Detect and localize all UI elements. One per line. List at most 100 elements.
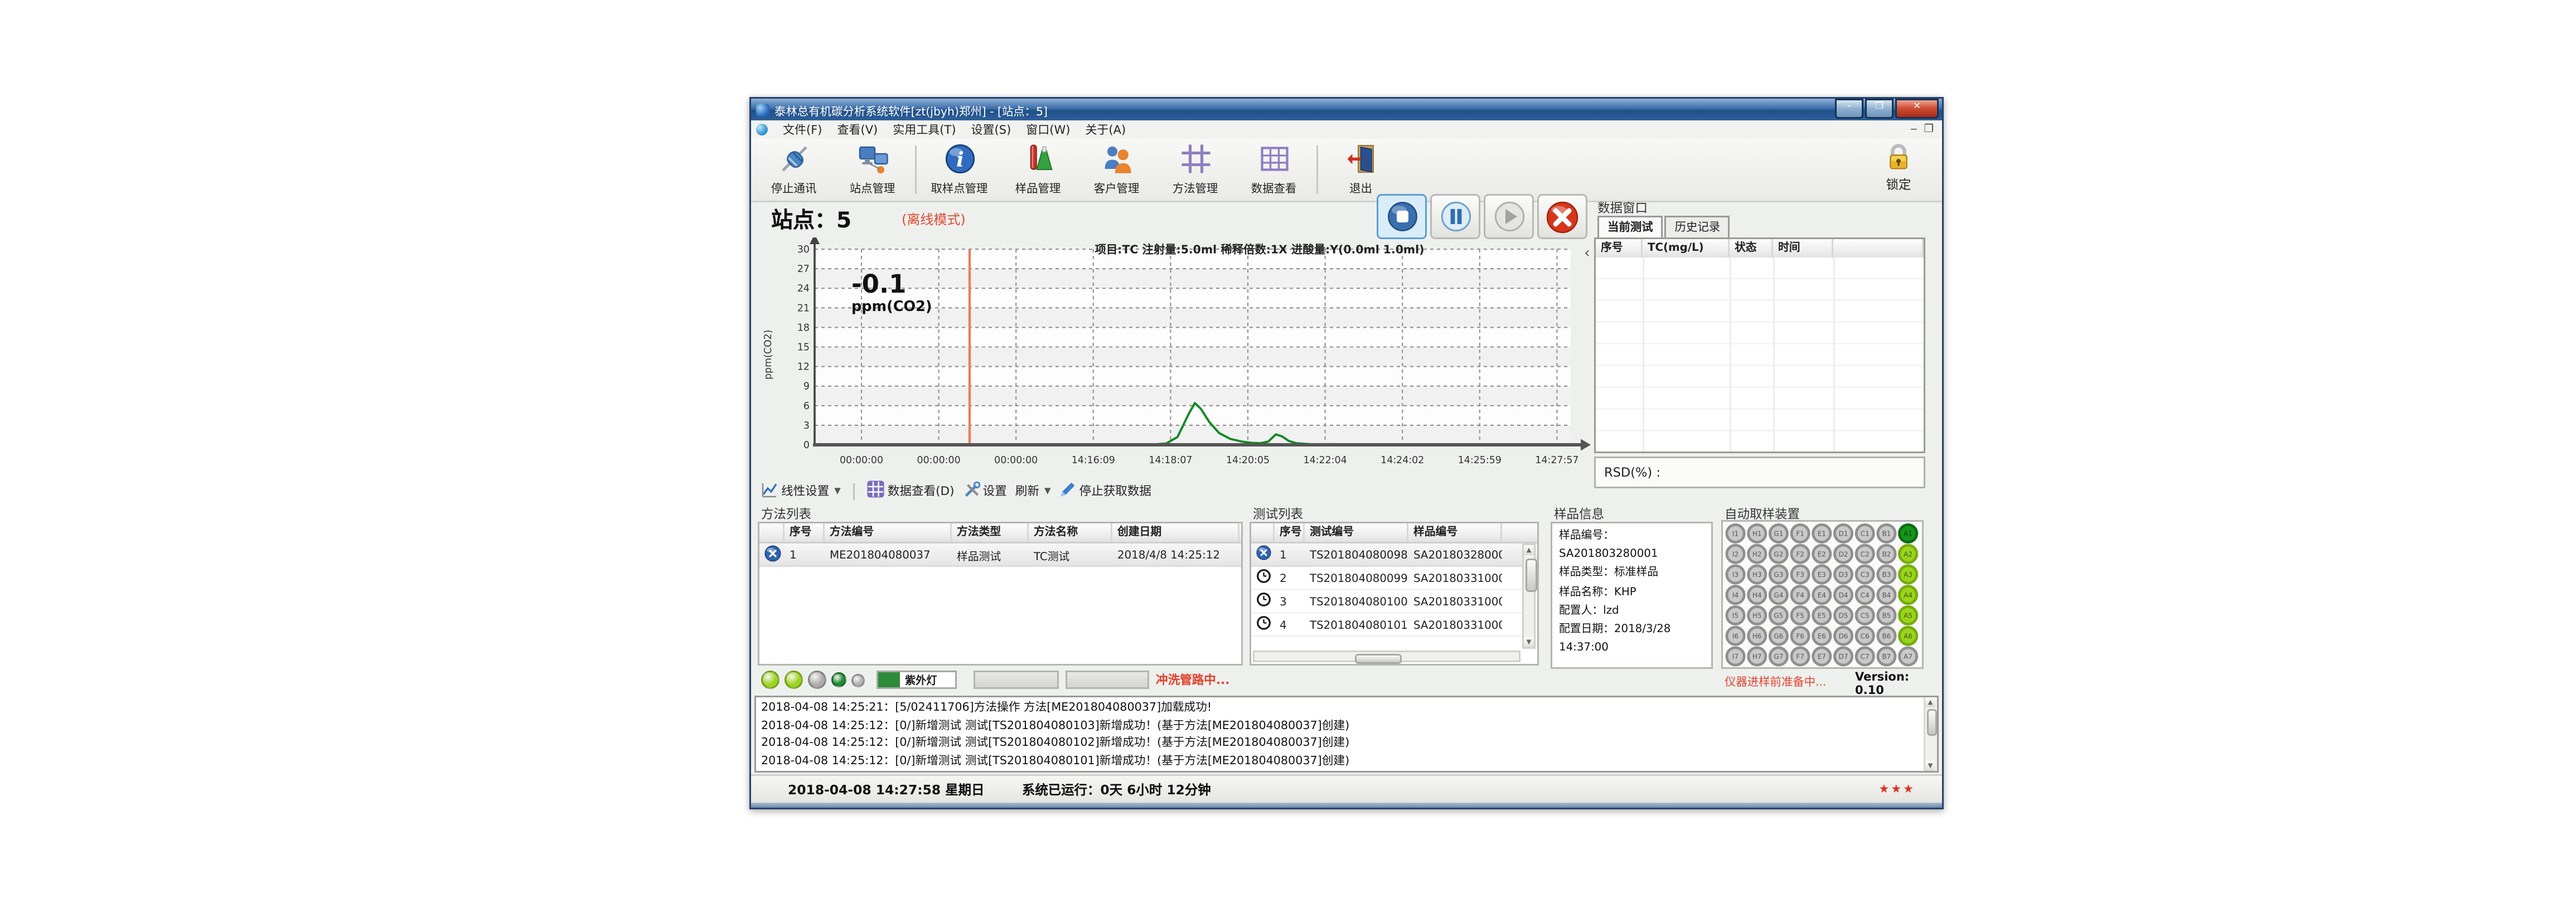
close-button[interactable]: ✕ [1895,99,1939,119]
child-minimize-button[interactable]: ‒ [1910,120,1917,139]
well-label: F3 [1796,571,1804,579]
sample-info-panel: 样品编号： SA201803280001 样品类型：标准样品 样品名称：KHP … [1551,522,1713,669]
well-label: C4 [1861,591,1870,599]
toolbar-label: 样品管理 [1015,179,1061,196]
log-panel: 2018-04-08 14:25:21：[5/02411706]方法操作 方法[… [754,696,1939,773]
test-running-icon [1256,545,1271,564]
sampler-version: Version: 0.10 [1855,671,1942,697]
well-label: A3 [1904,571,1912,579]
well-label: D1 [1839,530,1848,538]
table-row[interactable]: 2 TS201804080099 SA201803310000 [1251,567,1537,590]
lock-label: 锁定 [1886,176,1911,194]
status-light-1 [761,671,779,689]
refresh-button[interactable]: 刷新 ▼ [1015,483,1051,499]
scroll-up-arrow[interactable]: ▲ [1925,697,1935,707]
data-view-d-button[interactable]: 数据查看(D) [866,480,955,502]
sample-info-title: 样品信息 [1554,505,1604,523]
linear-settings-button[interactable]: 线性设置 ▼ [761,481,841,501]
table-row[interactable]: 4 TS201804080101 SA201803310002 [1251,614,1537,637]
well-label: H7 [1752,653,1762,661]
progress-bar-2 [1066,671,1149,689]
chevron-down-icon: ▼ [834,486,841,496]
exit-door-icon [1344,142,1378,179]
minimize-button[interactable]: – [1835,99,1863,119]
menu-window[interactable]: 窗口(W) [1026,122,1070,138]
well-label: F5 [1796,612,1804,620]
cell-seq: 1 [785,548,825,561]
uv-lamp-indicator: 紫外灯 [877,671,957,689]
sample-preparer: 配置人：lzd [1559,601,1705,620]
col-seq: 序号 [1596,239,1643,258]
well-label: D6 [1839,632,1848,640]
scroll-down-arrow[interactable]: ▼ [1925,761,1935,771]
child-restore-button[interactable]: ❐ [1924,120,1934,139]
menu-file[interactable]: 文件(F) [783,122,822,138]
pause-button[interactable] [1430,194,1480,239]
scroll-thumb[interactable] [1926,709,1938,736]
x-tick-label: 00:00:00 [994,455,1038,466]
play-button[interactable] [1484,194,1534,239]
x-tick-label: 14:22:04 [1304,455,1347,466]
table-header: 序号 测试编号 样品编号 [1251,523,1537,543]
table-row[interactable]: 3 TS201804080100 SA201803310001 [1251,590,1537,614]
well-label: H3 [1752,571,1762,579]
well-label: A4 [1904,591,1912,599]
toolbar-separator [915,145,917,194]
customer-manage-button[interactable]: 客户管理 [1077,140,1156,196]
menu-tools[interactable]: 实用工具(T) [893,122,956,138]
horizontal-scrollbar[interactable] [1253,650,1521,662]
menu-view[interactable]: 查看(V) [837,122,878,138]
table-row[interactable]: 1 ME201804080037 样品测试 TC测试 2018/4/8 14:2… [759,543,1241,567]
log-line: 2018-04-08 14:25:21：[5/02411706]方法操作 方法[… [761,699,1932,717]
scroll-up-arrow[interactable]: ▲ [1524,545,1534,555]
menu-settings[interactable]: 设置(S) [971,122,1011,138]
sampling-point-manage-button[interactable]: i 取样点管理 [920,140,999,196]
scroll-down-arrow[interactable]: ▼ [1524,637,1534,647]
abort-button[interactable] [1537,194,1587,239]
well-label: C6 [1861,632,1870,640]
log-scrollbar[interactable]: ▲ ▼ [1924,697,1937,771]
app-window: 泰林总有机碳分析系统软件[zt(jbyh)郑州] - [站点：5] – ❐ ✕ … [749,97,1944,809]
cell-created: 2018/4/8 14:25:12 [1112,548,1239,561]
toolbar: 停止通讯 站点管理 i 取样点管理 [751,139,1942,202]
lock-button[interactable]: 锁定 [1868,142,1929,194]
stop-button[interactable] [1377,194,1427,239]
y-tick-label: 21 [797,303,810,314]
maximize-button[interactable]: ❐ [1865,99,1894,119]
status-light-4 [831,672,846,687]
station-manage-button[interactable]: 站点管理 [833,140,912,196]
title-bar[interactable]: 泰林总有机碳分析系统软件[zt(jbyh)郑州] - [站点：5] – ❐ ✕ [751,99,1942,120]
sampler-well-grid: I1I2I3I4I5I6I7H1H2H3H4H5H6H7G1G2G3G4G5G6… [1723,522,1922,667]
cell-method-name: TC测试 [1029,546,1112,563]
well-label: A7 [1904,653,1912,661]
window-title: 泰林总有机碳分析系统软件[zt(jbyh)郑州] - [站点：5] [774,101,1048,118]
table-header: 序号 TC(mg/L) 状态 时间 [1596,239,1924,259]
cell-seq: 3 [1275,595,1305,608]
scroll-thumb[interactable] [1525,559,1537,592]
separator [853,483,854,499]
status-datetime: 2018-04-08 14:27:58 星期日 [788,776,984,804]
sample-manage-button[interactable]: 样品管理 [999,140,1077,196]
scroll-thumb[interactable] [1355,653,1402,664]
settings-button[interactable]: 设置 [963,481,1007,501]
toolbar-label: 方法管理 [1173,179,1218,196]
stop-acquire-button[interactable]: 停止获取数据 [1059,481,1151,501]
menu-about[interactable]: 关于(A) [1085,122,1126,138]
plug-icon [777,142,811,179]
current-value-unit: ppm(CO2) [851,298,932,315]
well-label: H2 [1752,550,1762,558]
uv-lamp-on-fill [878,672,900,687]
well-label: B1 [1882,530,1891,538]
vertical-scrollbar[interactable]: ▲ ▼ [1522,543,1536,649]
method-manage-button[interactable]: 方法管理 [1156,140,1234,196]
data-view-button[interactable]: 数据查看 [1234,140,1313,196]
table-row[interactable]: 1 TS201804080098 SA201803280001 [1251,543,1537,567]
settings-label: 设置 [983,483,1007,499]
well-label: E6 [1818,632,1826,640]
well-label: B6 [1882,632,1891,640]
test-running-icon [764,545,781,565]
stop-comm-button[interactable]: 停止通讯 [754,140,833,196]
well-label: F4 [1796,591,1804,599]
cell-seq: 4 [1275,618,1305,632]
exit-button[interactable]: 退出 [1321,140,1400,196]
